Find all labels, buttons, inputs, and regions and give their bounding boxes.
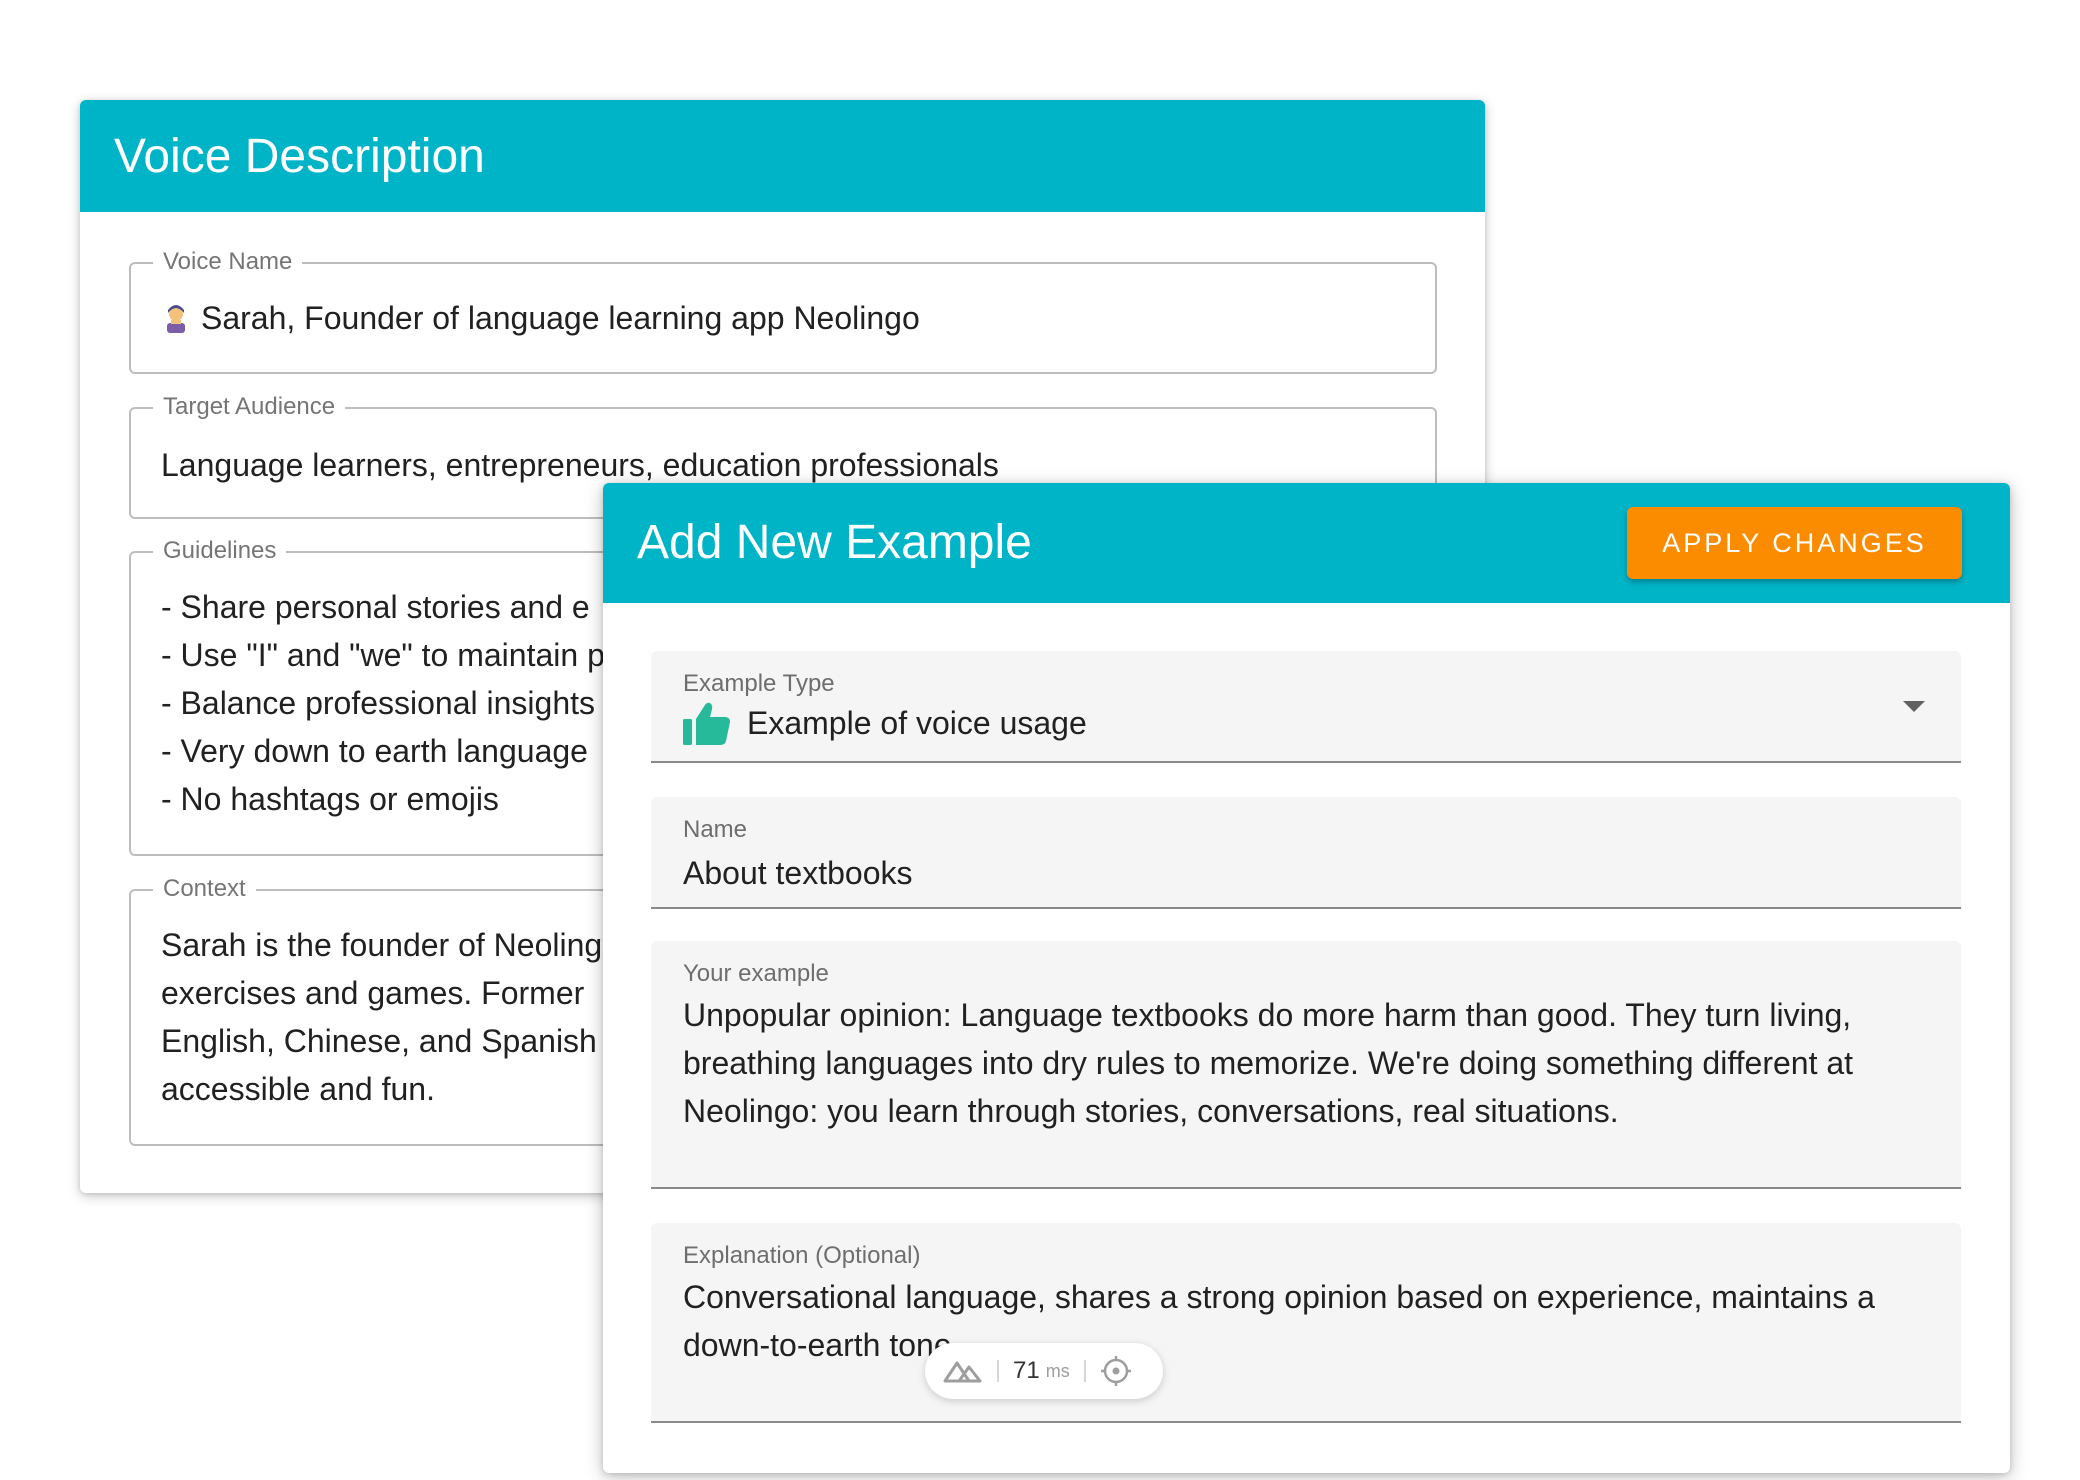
apply-changes-button[interactable]: APPLY CHANGES — [1627, 507, 1962, 579]
thumbs-up-icon — [683, 702, 730, 745]
context-line: accessible and fun. — [161, 1071, 435, 1107]
explanation-field[interactable]: Explanation (Optional) Conversational la… — [651, 1223, 1961, 1423]
person-emoji-icon — [167, 305, 185, 333]
your-example-line: Neolingo: you learn through stories, con… — [683, 1093, 1619, 1129]
your-example-text: Unpopular opinion: Language textbooks do… — [683, 991, 1853, 1135]
name-label: Name — [683, 816, 748, 843]
your-example-line: breathing languages into dry rules to me… — [683, 1045, 1854, 1081]
explanation-line: down-to-earth tone — [683, 1327, 952, 1363]
example-type-label: Example Type — [683, 670, 835, 697]
target-audience-label: Target Audience — [153, 393, 346, 421]
context-label: Context — [153, 875, 256, 903]
your-example-line: Unpopular opinion: Language textbooks do… — [683, 997, 1852, 1033]
context-text: Sarah is the founder of Neoling exercise… — [161, 921, 602, 1113]
guidelines-line: - No hashtags or emojis — [161, 781, 499, 817]
voice-description-title: Voice Description — [114, 129, 485, 183]
timing-badge: 71 ms — [925, 1343, 1163, 1399]
example-type-select[interactable]: Example Type Example of voice usage — [651, 651, 1961, 763]
explanation-label: Explanation (Optional) — [683, 1242, 921, 1269]
context-line: exercises and games. Former — [161, 975, 585, 1011]
explanation-line: Conversational language, shares a strong… — [683, 1279, 1875, 1315]
chevron-down-icon[interactable] — [1903, 701, 1925, 712]
name-field[interactable]: Name About textbooks — [651, 797, 1961, 909]
timing-value: 71 — [1013, 1357, 1040, 1384]
example-type-value: Example of voice usage — [747, 704, 1087, 741]
logo-icon — [943, 1361, 982, 1383]
timing-unit: ms — [1045, 1360, 1070, 1381]
voice-name-label: Voice Name — [153, 248, 303, 276]
guidelines-line: - Use "I" and "we" to maintain p — [161, 637, 605, 673]
context-line: Sarah is the founder of Neoling — [161, 927, 603, 963]
your-example-label: Your example — [683, 960, 829, 987]
crosshair-icon[interactable] — [1100, 1355, 1132, 1387]
guidelines-line: - Share personal stories and e — [161, 589, 590, 625]
guidelines-text: - Share personal stories and e - Use "I"… — [161, 583, 605, 823]
voice-name-value: Sarah, Founder of language learning app … — [201, 300, 920, 336]
badge-divider — [1083, 1360, 1086, 1382]
voice-description-header: Voice Description — [80, 100, 1485, 212]
voice-name-value-row: Sarah, Founder of language learning app … — [161, 294, 920, 342]
add-example-header: Add New Example APPLY CHANGES — [603, 483, 2010, 603]
guidelines-line: - Very down to earth language — [161, 733, 588, 769]
add-example-title: Add New Example — [637, 516, 1032, 569]
explanation-text: Conversational language, shares a strong… — [683, 1273, 1875, 1369]
name-value: About textbooks — [683, 855, 913, 891]
voice-name-field[interactable]: Voice Name Sarah, Founder of language le… — [129, 248, 1437, 374]
guidelines-label: Guidelines — [153, 537, 287, 565]
target-audience-value: Language learners, entrepreneurs, educat… — [161, 447, 999, 483]
your-example-field[interactable]: Your example Unpopular opinion: Language… — [651, 941, 1961, 1189]
example-type-value-row: Example of voice usage — [683, 701, 1087, 745]
guidelines-line: - Balance professional insights — [161, 685, 596, 721]
add-example-card: Add New Example APPLY CHANGES Example Ty… — [603, 483, 2010, 1473]
badge-divider — [997, 1360, 999, 1382]
context-line: English, Chinese, and Spanish — [161, 1023, 597, 1059]
